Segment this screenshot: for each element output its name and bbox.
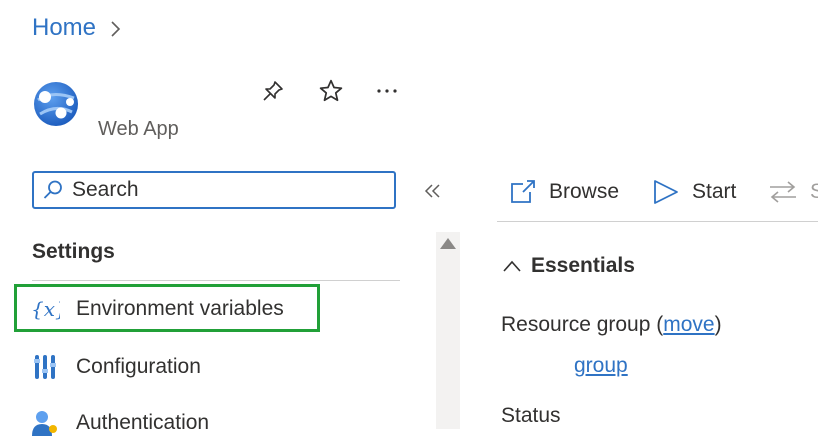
collapse-sidebar-button[interactable] — [418, 176, 448, 206]
favorite-button[interactable] — [316, 76, 346, 106]
browse-button[interactable]: Browse — [509, 175, 619, 209]
essentials-title: Essentials — [531, 254, 635, 277]
resource-group-value-link[interactable]: group — [574, 354, 628, 378]
chevron-right-icon — [111, 21, 121, 37]
swap-partial-label: S — [810, 180, 818, 203]
resource-group-label: Resource group ( — [501, 313, 664, 336]
open-external-icon — [509, 179, 537, 205]
status-label: Status — [501, 404, 561, 427]
swap-button[interactable]: S — [768, 175, 818, 209]
sidebar-item-label: Configuration — [76, 355, 201, 378]
sidebar-item-configuration[interactable]: Configuration — [30, 345, 400, 389]
essentials-toggle[interactable]: Essentials — [501, 254, 635, 278]
chevron-up-icon — [503, 260, 521, 272]
pin-button[interactable] — [258, 76, 288, 106]
close-paren: ) — [714, 313, 722, 336]
more-options-button[interactable] — [372, 76, 402, 106]
scroll-up-arrow-icon[interactable] — [440, 238, 456, 249]
ellipsis-icon — [377, 89, 397, 93]
resource-group-field: Resource group (move) — [501, 313, 722, 337]
settings-section-title: Settings — [32, 240, 115, 263]
star-icon — [319, 79, 343, 102]
configuration-icon — [30, 352, 60, 382]
sidebar-item-label: Authentication — [76, 411, 210, 434]
sidebar-scrollbar[interactable] — [436, 232, 460, 429]
breadcrumb: Home — [32, 14, 122, 42]
play-icon — [652, 178, 680, 206]
pin-icon — [263, 81, 283, 101]
authentication-icon — [30, 408, 60, 438]
move-link[interactable]: move — [663, 313, 714, 336]
double-chevron-left-icon — [424, 184, 440, 198]
section-divider — [32, 280, 400, 281]
resource-type-label: Web App — [98, 118, 179, 140]
start-button[interactable]: Start — [652, 175, 736, 209]
toolbar-divider — [497, 221, 818, 222]
search-icon — [43, 180, 62, 199]
web-app-globe-icon — [34, 82, 78, 126]
breadcrumb-home-link[interactable]: Home — [32, 14, 96, 42]
sidebar-item-authentication[interactable]: Authentication — [30, 401, 400, 445]
search-box[interactable] — [32, 171, 396, 209]
browse-label: Browse — [549, 180, 620, 203]
start-label: Start — [692, 180, 737, 203]
swap-icon — [768, 179, 798, 205]
search-input[interactable] — [70, 177, 374, 203]
highlight-outline — [14, 284, 320, 332]
